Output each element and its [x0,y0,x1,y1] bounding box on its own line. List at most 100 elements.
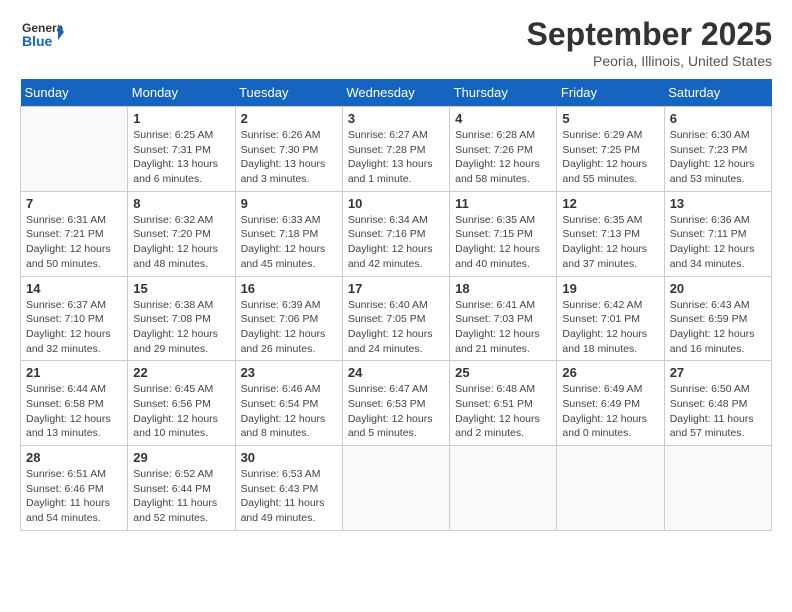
day-number: 6 [670,111,766,126]
calendar-week-row: 1Sunrise: 6:25 AM Sunset: 7:31 PM Daylig… [21,107,772,192]
calendar-cell: 5 Sunrise: 6:29 AM Sunset: 7:25 PM Daylig… [557,107,664,192]
page-header: General Blue September 2025 Peoria, Illi… [20,16,772,69]
day-info: Sunrise: 6:46 AM Sunset: 6:54 PM Dayligh… [241,382,337,441]
day-number: 10 [348,196,444,211]
logo-svg: General Blue [20,16,64,60]
day-info: Sunrise: 6:44 AM Sunset: 6:58 PM Dayligh… [26,382,122,441]
calendar-cell [557,446,664,531]
calendar-week-row: 14Sunrise: 6:37 AM Sunset: 7:10 PM Dayli… [21,276,772,361]
calendar-cell: 29 Sunrise: 6:52 AM Sunset: 6:44 PM Dayli… [128,446,235,531]
page-title: September 2025 [527,16,772,53]
day-number: 13 [670,196,766,211]
day-number: 27 [670,365,766,380]
day-info: Sunrise: 6:39 AM Sunset: 7:06 PM Dayligh… [241,298,337,357]
calendar-cell: 25 Sunrise: 6:48 AM Sunset: 6:51 PM Dayli… [450,361,557,446]
day-info: Sunrise: 6:32 AM Sunset: 7:20 PM Dayligh… [133,213,229,272]
calendar-cell [21,107,128,192]
day-info: Sunrise: 6:27 AM Sunset: 7:28 PM Dayligh… [348,128,444,187]
day-number: 14 [26,281,122,296]
day-info: Sunrise: 6:43 AM Sunset: 6:59 PM Dayligh… [670,298,766,357]
day-info: Sunrise: 6:40 AM Sunset: 7:05 PM Dayligh… [348,298,444,357]
calendar-cell: 19 Sunrise: 6:42 AM Sunset: 7:01 PM Dayli… [557,276,664,361]
day-number: 21 [26,365,122,380]
day-info: Sunrise: 6:49 AM Sunset: 6:49 PM Dayligh… [562,382,658,441]
calendar-cell: 3 Sunrise: 6:27 AM Sunset: 7:28 PM Daylig… [342,107,449,192]
day-info: Sunrise: 6:29 AM Sunset: 7:25 PM Dayligh… [562,128,658,187]
day-number: 16 [241,281,337,296]
day-info: Sunrise: 6:38 AM Sunset: 7:08 PM Dayligh… [133,298,229,357]
day-info: Sunrise: 6:50 AM Sunset: 6:48 PM Dayligh… [670,382,766,441]
day-info: Sunrise: 6:31 AM Sunset: 7:21 PM Dayligh… [26,213,122,272]
day-number: 28 [26,450,122,465]
day-number: 7 [26,196,122,211]
calendar-week-row: 21 Sunrise: 6:44 AM Sunset: 6:58 PM Dayli… [21,361,772,446]
svg-text:Blue: Blue [22,33,53,49]
calendar-cell: 18 Sunrise: 6:41 AM Sunset: 7:03 PM Dayli… [450,276,557,361]
day-number: 18 [455,281,551,296]
day-number: 20 [670,281,766,296]
calendar-week-row: 28Sunrise: 6:51 AM Sunset: 6:46 PM Dayli… [21,446,772,531]
day-info: Sunrise: 6:35 AM Sunset: 7:13 PM Dayligh… [562,213,658,272]
day-number: 2 [241,111,337,126]
weekday-header: Wednesday [342,79,449,107]
calendar-table: SundayMondayTuesdayWednesdayThursdayFrid… [20,79,772,531]
calendar-cell: 6 Sunrise: 6:30 AM Sunset: 7:23 PM Daylig… [664,107,771,192]
day-number: 11 [455,196,551,211]
day-info: Sunrise: 6:26 AM Sunset: 7:30 PM Dayligh… [241,128,337,187]
calendar-cell: 16 Sunrise: 6:39 AM Sunset: 7:06 PM Dayli… [235,276,342,361]
calendar-cell [664,446,771,531]
day-number: 4 [455,111,551,126]
calendar-cell: 28Sunrise: 6:51 AM Sunset: 6:46 PM Dayli… [21,446,128,531]
day-info: Sunrise: 6:30 AM Sunset: 7:23 PM Dayligh… [670,128,766,187]
calendar-header-row: SundayMondayTuesdayWednesdayThursdayFrid… [21,79,772,107]
calendar-cell: 17 Sunrise: 6:40 AM Sunset: 7:05 PM Dayli… [342,276,449,361]
day-number: 17 [348,281,444,296]
day-info: Sunrise: 6:47 AM Sunset: 6:53 PM Dayligh… [348,382,444,441]
calendar-week-row: 7 Sunrise: 6:31 AM Sunset: 7:21 PM Daylig… [21,191,772,276]
calendar-cell: 10Sunrise: 6:34 AM Sunset: 7:16 PM Dayli… [342,191,449,276]
day-info: Sunrise: 6:45 AM Sunset: 6:56 PM Dayligh… [133,382,229,441]
page-subtitle: Peoria, Illinois, United States [527,53,772,69]
day-number: 5 [562,111,658,126]
calendar-cell: 12Sunrise: 6:35 AM Sunset: 7:13 PM Dayli… [557,191,664,276]
day-info: Sunrise: 6:33 AM Sunset: 7:18 PM Dayligh… [241,213,337,272]
day-info: Sunrise: 6:53 AM Sunset: 6:43 PM Dayligh… [241,467,337,526]
day-number: 24 [348,365,444,380]
calendar-cell: 9 Sunrise: 6:33 AM Sunset: 7:18 PM Daylig… [235,191,342,276]
weekday-header: Friday [557,79,664,107]
calendar-cell: 24 Sunrise: 6:47 AM Sunset: 6:53 PM Dayli… [342,361,449,446]
day-number: 19 [562,281,658,296]
day-info: Sunrise: 6:28 AM Sunset: 7:26 PM Dayligh… [455,128,551,187]
calendar-cell: 27 Sunrise: 6:50 AM Sunset: 6:48 PM Dayli… [664,361,771,446]
calendar-cell: 8 Sunrise: 6:32 AM Sunset: 7:20 PM Daylig… [128,191,235,276]
calendar-cell: 7 Sunrise: 6:31 AM Sunset: 7:21 PM Daylig… [21,191,128,276]
day-info: Sunrise: 6:41 AM Sunset: 7:03 PM Dayligh… [455,298,551,357]
calendar-cell: 20 Sunrise: 6:43 AM Sunset: 6:59 PM Dayli… [664,276,771,361]
weekday-header: Sunday [21,79,128,107]
calendar-cell: 22 Sunrise: 6:45 AM Sunset: 6:56 PM Dayli… [128,361,235,446]
day-number: 9 [241,196,337,211]
calendar-cell [342,446,449,531]
day-number: 25 [455,365,551,380]
calendar-cell: 15 Sunrise: 6:38 AM Sunset: 7:08 PM Dayli… [128,276,235,361]
weekday-header: Saturday [664,79,771,107]
day-number: 22 [133,365,229,380]
calendar-cell: 23 Sunrise: 6:46 AM Sunset: 6:54 PM Dayli… [235,361,342,446]
day-number: 23 [241,365,337,380]
day-number: 8 [133,196,229,211]
calendar-cell: 1Sunrise: 6:25 AM Sunset: 7:31 PM Daylig… [128,107,235,192]
title-block: September 2025 Peoria, Illinois, United … [527,16,772,69]
day-info: Sunrise: 6:52 AM Sunset: 6:44 PM Dayligh… [133,467,229,526]
weekday-header: Tuesday [235,79,342,107]
day-number: 3 [348,111,444,126]
calendar-cell: 21 Sunrise: 6:44 AM Sunset: 6:58 PM Dayli… [21,361,128,446]
day-number: 15 [133,281,229,296]
calendar-cell: 13 Sunrise: 6:36 AM Sunset: 7:11 PM Dayli… [664,191,771,276]
day-info: Sunrise: 6:42 AM Sunset: 7:01 PM Dayligh… [562,298,658,357]
calendar-cell: 26Sunrise: 6:49 AM Sunset: 6:49 PM Dayli… [557,361,664,446]
logo: General Blue [20,16,64,60]
day-info: Sunrise: 6:35 AM Sunset: 7:15 PM Dayligh… [455,213,551,272]
day-info: Sunrise: 6:36 AM Sunset: 7:11 PM Dayligh… [670,213,766,272]
day-number: 29 [133,450,229,465]
day-info: Sunrise: 6:48 AM Sunset: 6:51 PM Dayligh… [455,382,551,441]
